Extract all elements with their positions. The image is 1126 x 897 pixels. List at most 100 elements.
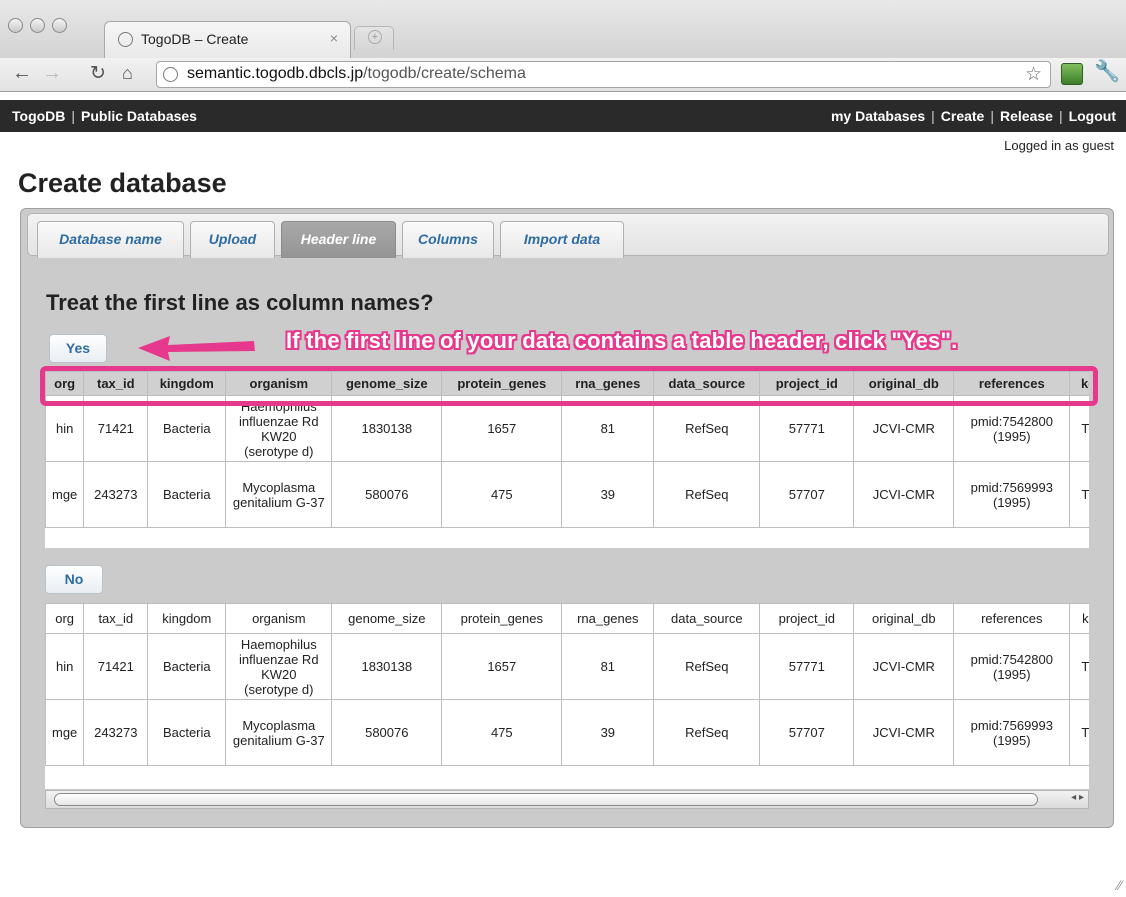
column-header: kegg_: [1069, 603, 1089, 634]
table-cell: Mycoplasma genitalium G-37: [225, 699, 333, 766]
globe-icon: [163, 67, 178, 82]
yes-button[interactable]: Yes: [49, 334, 107, 363]
tab-header-line[interactable]: Header line: [281, 221, 396, 258]
column-header: project_id: [759, 603, 855, 634]
close-tab-icon[interactable]: ×: [330, 30, 338, 46]
table-cell: JCVI-CMR: [853, 461, 955, 528]
resize-grip-icon[interactable]: ⁄⁄: [1117, 877, 1122, 893]
home-icon[interactable]: ⌂: [122, 63, 133, 84]
my-databases-link[interactable]: my Databases: [831, 108, 925, 124]
logout-link[interactable]: Logout: [1069, 108, 1116, 124]
column-header: kingdom: [147, 603, 227, 634]
table-cell: 1830138: [331, 633, 443, 700]
tab-title: TogoDB – Create: [141, 31, 249, 47]
column-header: tax_id: [83, 603, 149, 634]
table-row: mge 243273 Bacteria Mycoplasma genitalium G…: [45, 699, 1089, 766]
site-brand-nav: TogoDB | Public Databases: [12, 108, 197, 124]
table-cell: 57707: [759, 461, 855, 528]
table-cell: pmid:7542800 (1995): [953, 633, 1071, 700]
column-header: organism: [225, 603, 333, 634]
wizard-tabs: Database name Upload Header line Columns…: [27, 213, 1109, 258]
reload-icon[interactable]: ↻: [90, 62, 106, 85]
tab-columns[interactable]: Columns: [402, 221, 494, 258]
column-header: data_source: [653, 603, 761, 634]
forward-arrow-icon[interactable]: →: [42, 62, 62, 85]
evernote-extension-icon[interactable]: [1061, 63, 1083, 85]
browser-tab[interactable]: TogoDB – Create ×: [104, 21, 351, 58]
address-bar[interactable]: semantic.togodb.dbcls.jp/togodb/create/s…: [156, 61, 1051, 88]
table-cell: Bacteria: [147, 699, 227, 766]
tab-import-data[interactable]: Import data: [500, 221, 624, 258]
table-cell: JCVI-CMR: [853, 633, 955, 700]
annotation-callout: If the first line of your data contains …: [286, 328, 958, 353]
tab-database-name[interactable]: Database name: [37, 221, 184, 258]
table-cell: 57707: [759, 699, 855, 766]
plus-icon: +: [368, 30, 382, 44]
tab-upload[interactable]: Upload: [190, 221, 275, 258]
table-cell: RefSeq: [653, 699, 761, 766]
table-cell: 81: [561, 633, 655, 700]
back-arrow-icon[interactable]: ←: [12, 62, 32, 85]
table-cell: 580076: [331, 461, 443, 528]
column-header: protein_genes: [441, 603, 563, 634]
table-cell: hin: [45, 633, 85, 700]
brand-link[interactable]: TogoDB: [12, 108, 65, 124]
public-databases-link[interactable]: Public Databases: [81, 108, 197, 124]
column-header: org: [45, 603, 85, 634]
scrollbar-thumb[interactable]: [54, 793, 1038, 806]
table-cell: pmid:7569993 (1995): [953, 699, 1071, 766]
table-cell: pmid:7569993 (1995): [953, 461, 1071, 528]
site-header: TogoDB | Public Databases my Databases | Cre…: [0, 100, 1126, 132]
header-highlight-box: [40, 366, 1098, 406]
logged-in-status: Logged in as guest: [1004, 138, 1114, 153]
column-header: genome_size: [331, 603, 443, 634]
table-cell: 243273: [83, 699, 149, 766]
table-cell: T0000: [1069, 633, 1089, 700]
scroll-arrows-icon[interactable]: ◂ ▸: [1071, 792, 1084, 803]
table-cell: 71421: [83, 633, 149, 700]
new-tab-button[interactable]: +: [354, 26, 394, 50]
table-row: mge 243273 Bacteria Mycoplasma genitalium G…: [45, 461, 1089, 528]
question-heading: Treat the first line as column names?: [46, 290, 434, 315]
table-cell: 475: [441, 461, 563, 528]
bookmark-star-icon[interactable]: ☆: [1025, 63, 1042, 86]
url-text: semantic.togodb.dbcls.jp/togodb/create/s…: [187, 65, 526, 82]
table-cell: 475: [441, 699, 563, 766]
table-cell: JCVI-CMR: [853, 699, 955, 766]
column-header: references: [953, 603, 1071, 634]
column-header: rna_genes: [561, 603, 655, 634]
table-cell: RefSeq: [653, 461, 761, 528]
table-cell: T0000: [1069, 461, 1089, 528]
table-cell: 243273: [83, 461, 149, 528]
table-cell: 39: [561, 461, 655, 528]
table-cell: Mycoplasma genitalium G-37: [225, 461, 333, 528]
table-cell: 1657: [441, 633, 563, 700]
table-cell: 57771: [759, 633, 855, 700]
page-title: Create database: [18, 168, 227, 198]
table-cell: Haemophilus influenzae Rd KW20 (serotype…: [225, 633, 333, 700]
browser-toolbar: ← → ↻ ⌂ semantic.togodb.dbcls.jp/togodb/…: [0, 58, 1126, 92]
minimize-window-icon[interactable]: [30, 18, 45, 33]
horizontal-scrollbar[interactable]: ◂ ▸: [45, 790, 1089, 809]
create-link[interactable]: Create: [941, 108, 985, 124]
table-cell: Bacteria: [147, 461, 227, 528]
zoom-window-icon[interactable]: [52, 18, 67, 33]
pointer-arrow-icon: [138, 336, 255, 361]
table-cell: mge: [45, 699, 85, 766]
table-cell: mge: [45, 461, 85, 528]
release-link[interactable]: Release: [1000, 108, 1053, 124]
table-row: hin 71421 Bacteria Haemophilus influenzae R…: [45, 633, 1089, 700]
table-cell: T0000: [1069, 699, 1089, 766]
table-cell: Bacteria: [147, 633, 227, 700]
no-button[interactable]: No: [45, 565, 103, 594]
browser-titlebar: TogoDB – Create × +: [0, 0, 1126, 58]
close-window-icon[interactable]: [8, 18, 23, 33]
globe-icon: [118, 32, 133, 47]
table-cell: RefSeq: [653, 633, 761, 700]
column-header: original_db: [853, 603, 955, 634]
table-cell: 39: [561, 699, 655, 766]
wrench-icon[interactable]: 🔧: [1094, 60, 1120, 84]
no-preview-table: org tax_id kingdom organism genome_size prote…: [45, 603, 1089, 789]
user-nav: my Databases | Create | Release | Logout: [830, 108, 1116, 124]
table-cell: 580076: [331, 699, 443, 766]
